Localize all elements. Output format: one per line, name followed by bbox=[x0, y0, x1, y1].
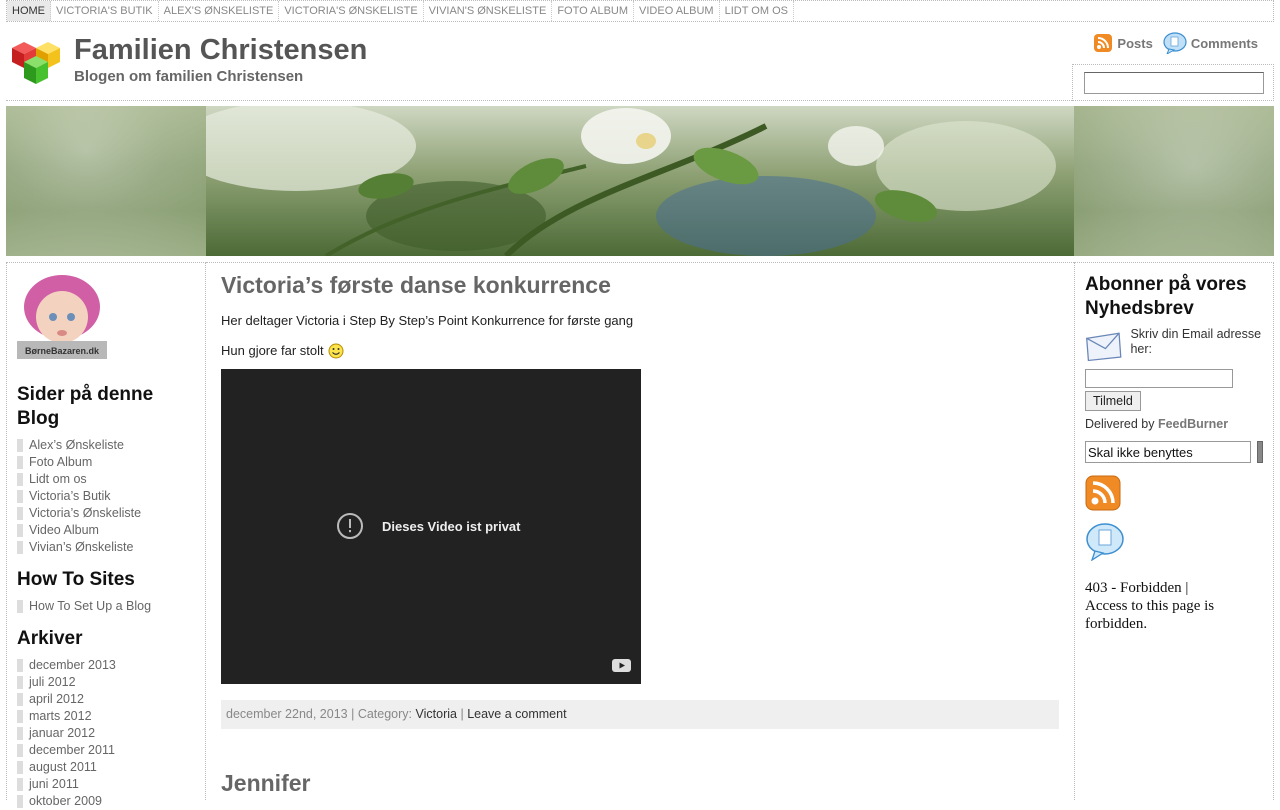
nav-lidt-om-os[interactable]: LIDT OM OS bbox=[720, 1, 794, 21]
skal-input[interactable] bbox=[1085, 441, 1251, 463]
search-input[interactable] bbox=[1084, 72, 1264, 94]
video-player[interactable]: Dieses Video ist privat bbox=[221, 369, 641, 684]
archive-link[interactable]: marts 2012 bbox=[17, 708, 195, 725]
archive-link[interactable]: juli 2012 bbox=[17, 674, 195, 691]
archive-widget-title: Arkiver bbox=[17, 628, 83, 649]
howto-list: How To Set Up a Blog bbox=[17, 598, 195, 615]
page-link[interactable]: Vivian’s Ønskeliste bbox=[17, 539, 195, 556]
comment-bubble-icon bbox=[1163, 32, 1187, 54]
post-category-label: | Category: bbox=[351, 707, 413, 721]
email-prompt-text: Skriv din Email adresse her: bbox=[1130, 327, 1262, 356]
nav-victorias-onskeliste[interactable]: VICTORIA'S ØNSKELISTE bbox=[279, 1, 424, 21]
delivered-by: Delivered by FeedBurner bbox=[1085, 417, 1263, 431]
forbidden-line-1: 403 - Forbidden | bbox=[1085, 580, 1189, 596]
howto-widget-title: How To Sites bbox=[17, 569, 135, 590]
subscribe-button[interactable]: Tilmeld bbox=[1085, 391, 1141, 411]
page-link[interactable]: Victoria’s Ønskeliste bbox=[17, 505, 195, 522]
forbidden-line-2: Access to this page is forbidden. bbox=[1085, 598, 1215, 632]
archive-link[interactable]: december 2011 bbox=[17, 742, 195, 759]
comments-feed-icon[interactable] bbox=[1085, 523, 1125, 561]
page-link[interactable]: Foto Album bbox=[17, 454, 195, 471]
feedburner-link[interactable]: FeedBurner bbox=[1158, 417, 1228, 431]
rss-feed-icon[interactable] bbox=[1085, 475, 1121, 511]
post-category-link[interactable]: Victoria bbox=[416, 707, 457, 721]
rss-icon bbox=[1094, 34, 1113, 52]
banner-flowers-image bbox=[206, 106, 1074, 256]
nav-home[interactable]: HOME bbox=[7, 1, 51, 21]
nav-foto-album[interactable]: FOTO ALBUM bbox=[552, 1, 635, 21]
archive-link[interactable]: oktober 2009 bbox=[17, 793, 195, 810]
site-title[interactable]: Familien Christensen bbox=[74, 34, 367, 67]
newsletter-title: Abonner på vores Nyhedsbrev bbox=[1085, 274, 1247, 319]
search-box bbox=[1072, 64, 1274, 101]
header-divider bbox=[6, 100, 1274, 101]
delivered-by-label: Delivered by bbox=[1085, 417, 1155, 431]
post-meta: december 22nd, 2013 | Category: Victoria… bbox=[221, 700, 1059, 729]
nav-alexs-onskeliste[interactable]: ALEX'S ØNSKELISTE bbox=[159, 1, 280, 21]
right-sidebar: Abonner på vores Nyhedsbrev Skriv din Em… bbox=[1074, 262, 1274, 800]
banner-left-fade bbox=[6, 106, 206, 256]
left-sidebar: BørneBazaren.dk Sider på denne Blog Alex… bbox=[6, 262, 206, 808]
skal-submit-button[interactable] bbox=[1257, 441, 1263, 463]
comments-feed-label: Comments bbox=[1190, 35, 1258, 51]
youtube-logo-icon[interactable] bbox=[612, 659, 631, 672]
archive-link[interactable]: januar 2012 bbox=[17, 725, 195, 742]
posts-feed-link[interactable]: Posts bbox=[1093, 33, 1153, 53]
avatar-caption: BørneBazaren.dk bbox=[25, 346, 100, 356]
banner-right-fade bbox=[1074, 106, 1274, 256]
forbidden-message: 403 - Forbidden | Access to this page is… bbox=[1085, 579, 1263, 633]
nav-victorias-butik[interactable]: VICTORIA'S BUTIK bbox=[51, 1, 159, 21]
archive-link[interactable]: december 2013 bbox=[17, 657, 195, 674]
post: Victoria’s første danse konkurrence Her … bbox=[221, 263, 1059, 729]
page-link[interactable]: Lidt om os bbox=[17, 471, 195, 488]
video-private-text: Dieses Video ist privat bbox=[382, 518, 521, 534]
video-private-message: Dieses Video ist privat bbox=[336, 512, 521, 540]
archive-link[interactable]: juni 2011 bbox=[17, 776, 195, 793]
pages-list: Alex’s Ønskeliste Foto Album Lidt om os … bbox=[17, 437, 195, 556]
page-link[interactable]: Video Album bbox=[17, 522, 195, 539]
borne-bazaren-ad-image[interactable]: BørneBazaren.dk bbox=[17, 273, 107, 359]
envelope-icon bbox=[1086, 332, 1122, 362]
post-title[interactable]: Victoria’s første danse konkurrence bbox=[221, 263, 1059, 299]
post-meta-separator: | bbox=[460, 707, 464, 721]
page-link[interactable]: Alex’s Ønskeliste bbox=[17, 437, 195, 454]
post-text: Her deltager Victoria i Step By Step’s P… bbox=[221, 313, 634, 328]
main-content: Victoria’s første danse konkurrence Her … bbox=[206, 262, 1074, 800]
leave-comment-link[interactable]: Leave a comment bbox=[467, 707, 566, 721]
posts-feed-label: Posts bbox=[1117, 35, 1153, 51]
comments-feed-link[interactable]: Comments bbox=[1163, 32, 1258, 54]
site-tagline: Blogen om familien Christensen bbox=[74, 68, 304, 85]
nav-vivians-onskeliste[interactable]: VIVIAN'S ØNSKELISTE bbox=[424, 1, 553, 21]
smiley-icon bbox=[328, 343, 344, 359]
feed-links: Posts Comments bbox=[1093, 32, 1258, 54]
top-navigation: HOME VICTORIA'S BUTIK ALEX'S ØNSKELISTE … bbox=[6, 0, 1274, 22]
newsletter-email-input[interactable] bbox=[1085, 369, 1233, 388]
archive-link[interactable]: april 2012 bbox=[17, 691, 195, 708]
post: Jennifer bbox=[221, 729, 1059, 797]
site-logo-cubes-icon[interactable] bbox=[6, 38, 66, 86]
post-text-line: Hun gjore far stolt bbox=[221, 343, 324, 358]
post-text: Hun gjore far stolt bbox=[221, 343, 1059, 359]
newsletter-prompt: Skriv din Email adresse her: bbox=[1085, 327, 1263, 365]
page-link[interactable]: Victoria’s Butik bbox=[17, 488, 195, 505]
nav-video-album[interactable]: VIDEO ALBUM bbox=[634, 1, 720, 21]
post-title[interactable]: Jennifer bbox=[221, 729, 1059, 797]
archive-list: december 2013 juli 2012 april 2012 marts… bbox=[17, 657, 195, 810]
skal-row bbox=[1085, 441, 1263, 463]
header-banner-image bbox=[6, 106, 1274, 256]
post-date: december 22nd, 2013 bbox=[226, 707, 348, 721]
archive-link[interactable]: august 2011 bbox=[17, 759, 195, 776]
howto-link[interactable]: How To Set Up a Blog bbox=[17, 598, 195, 615]
alert-circle-icon bbox=[337, 513, 363, 539]
pages-widget-title: Sider på denne Blog bbox=[17, 384, 154, 429]
